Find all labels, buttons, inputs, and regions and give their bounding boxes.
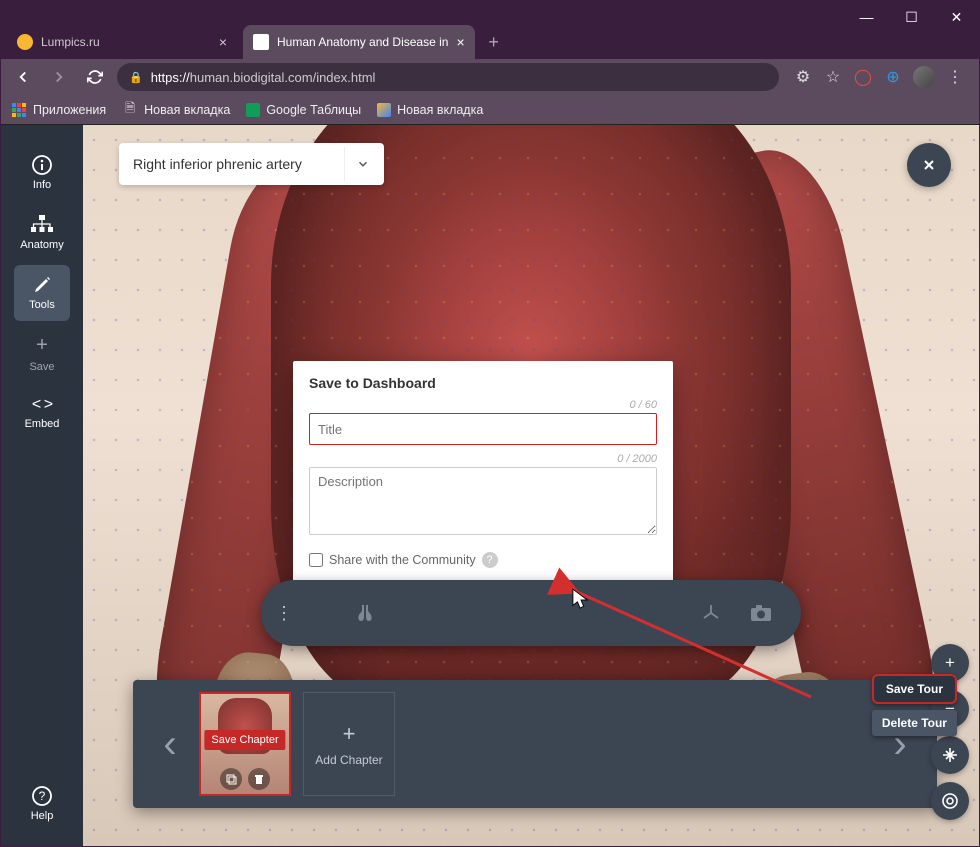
share-label: Share with the Community: [329, 553, 476, 567]
tab-title: Human Anatomy and Disease in: [277, 35, 448, 49]
title-input[interactable]: [309, 413, 657, 445]
minimize-button[interactable]: —: [844, 1, 889, 33]
chapter-thumbnail[interactable]: Save Chapter: [199, 692, 291, 796]
favicon-icon: [253, 34, 269, 50]
plus-icon: +: [343, 721, 356, 747]
pencil-icon: [32, 275, 52, 295]
sidebar-label: Tools: [29, 299, 55, 311]
bookmark-item[interactable]: Новая вкладка: [377, 103, 483, 117]
window-controls: — ☐ ✕: [844, 1, 979, 33]
hierarchy-icon: [31, 215, 53, 235]
camera-icon[interactable]: [749, 601, 773, 625]
app-container: Info Anatomy Tools + Save < > Embed ? He…: [1, 125, 979, 846]
url-field[interactable]: 🔒 https://human.biodigital.com/index.htm…: [117, 63, 779, 91]
avatar[interactable]: [913, 66, 935, 88]
translate-icon[interactable]: ⚙: [793, 67, 813, 87]
svg-text:?: ?: [39, 789, 46, 803]
delete-tour-button[interactable]: Delete Tour: [872, 710, 957, 736]
close-window-button[interactable]: ✕: [934, 1, 979, 33]
lungs-icon[interactable]: [353, 601, 377, 625]
add-chapter-button[interactable]: + Add Chapter: [303, 692, 395, 796]
bookmarks-bar: Приложения 🗎 Новая вкладка Google Таблицы…: [1, 95, 979, 125]
copy-icon[interactable]: [220, 768, 242, 790]
image-icon: [377, 103, 391, 117]
prev-chapter-button[interactable]: ‹: [145, 722, 195, 767]
sidebar-label: Info: [33, 179, 51, 191]
selected-structure: Right inferior phrenic artery: [133, 156, 302, 172]
close-icon[interactable]: ×: [219, 34, 227, 50]
address-bar: 🔒 https://human.biodigital.com/index.htm…: [1, 59, 979, 95]
bookmark-label: Новая вкладка: [397, 103, 483, 117]
recenter-button[interactable]: [931, 782, 969, 820]
bookmark-label: Приложения: [33, 103, 106, 117]
canvas-3d-view[interactable]: Right inferior phrenic artery Save to Da…: [83, 125, 979, 846]
browser-tab-inactive[interactable]: Lumpics.ru ×: [7, 25, 237, 59]
save-tour-button[interactable]: Save Tour: [872, 674, 957, 704]
tour-buttons: Save Tour Delete Tour: [872, 674, 957, 736]
browser-tab-active[interactable]: Human Anatomy and Disease in ×: [243, 25, 475, 59]
sidebar-item-help[interactable]: ? Help: [14, 776, 70, 832]
favicon-icon: [17, 34, 33, 50]
help-icon: ?: [32, 786, 52, 806]
sidebar: Info Anatomy Tools + Save < > Embed ? He…: [1, 125, 83, 846]
star-icon[interactable]: ☆: [823, 67, 843, 87]
sheets-icon: [246, 103, 260, 117]
sidebar-item-save[interactable]: + Save: [14, 325, 70, 381]
trash-icon[interactable]: [248, 768, 270, 790]
apps-icon: [11, 102, 27, 118]
bookmark-item[interactable]: 🗎 Новая вкладка: [122, 102, 230, 118]
new-tab-button[interactable]: +: [481, 29, 507, 55]
doc-icon: 🗎: [122, 102, 138, 118]
axis-icon[interactable]: [699, 601, 723, 625]
chevron-down-icon[interactable]: [344, 147, 380, 181]
extension-icon[interactable]: ◯: [853, 67, 873, 87]
sidebar-item-embed[interactable]: < > Embed: [14, 385, 70, 441]
chapter-strip: ‹ Save Chapter + Add Chapter › Save Tour…: [133, 680, 937, 808]
close-icon: [921, 157, 937, 173]
sidebar-label: Embed: [25, 418, 60, 430]
dialog-title: Save to Dashboard: [309, 375, 657, 391]
bookmark-label: Google Таблицы: [266, 103, 361, 117]
reload-button[interactable]: [81, 63, 109, 91]
address-icons: ⚙ ☆ ◯ ⊕ ⋮: [787, 66, 971, 88]
bookmark-item[interactable]: Google Таблицы: [246, 103, 361, 117]
plus-icon: +: [36, 334, 48, 357]
view-toolbar: ⋮: [261, 580, 801, 646]
menu-icon[interactable]: ⋮: [945, 67, 965, 87]
share-checkbox[interactable]: [309, 553, 323, 567]
sidebar-label: Anatomy: [20, 239, 63, 251]
back-button[interactable]: [9, 63, 37, 91]
tab-title: Lumpics.ru: [41, 35, 100, 49]
title-counter: 0 / 60: [309, 399, 657, 411]
description-input[interactable]: [309, 467, 657, 535]
extension-icon[interactable]: ⊕: [883, 67, 903, 87]
close-icon[interactable]: ×: [456, 34, 464, 50]
info-icon: [32, 155, 52, 175]
maximize-button[interactable]: ☐: [889, 1, 934, 33]
bookmark-apps[interactable]: Приложения: [11, 102, 106, 118]
save-chapter-badge: Save Chapter: [204, 730, 285, 750]
url-rest: human.biodigital.com/index.html: [190, 70, 376, 85]
forward-button[interactable]: [45, 63, 73, 91]
add-chapter-label: Add Chapter: [315, 753, 382, 767]
structure-selector[interactable]: Right inferior phrenic artery: [119, 143, 384, 185]
url-https: https://: [151, 70, 190, 85]
lock-icon: 🔒: [129, 71, 143, 84]
desc-counter: 0 / 2000: [309, 453, 657, 465]
sidebar-label: Help: [31, 810, 54, 822]
pan-button[interactable]: [931, 736, 969, 774]
sidebar-item-anatomy[interactable]: Anatomy: [14, 205, 70, 261]
bookmark-label: Новая вкладка: [144, 103, 230, 117]
code-icon: < >: [32, 396, 52, 414]
sidebar-item-info[interactable]: Info: [14, 145, 70, 201]
close-panel-button[interactable]: [907, 143, 951, 187]
sidebar-label: Save: [29, 361, 54, 373]
help-icon[interactable]: ?: [482, 552, 498, 568]
browser-title-bar: Lumpics.ru × Human Anatomy and Disease i…: [1, 1, 979, 59]
sidebar-item-tools[interactable]: Tools: [14, 265, 70, 321]
cursor-icon: [572, 588, 590, 612]
more-icon[interactable]: ⋮: [261, 580, 307, 646]
